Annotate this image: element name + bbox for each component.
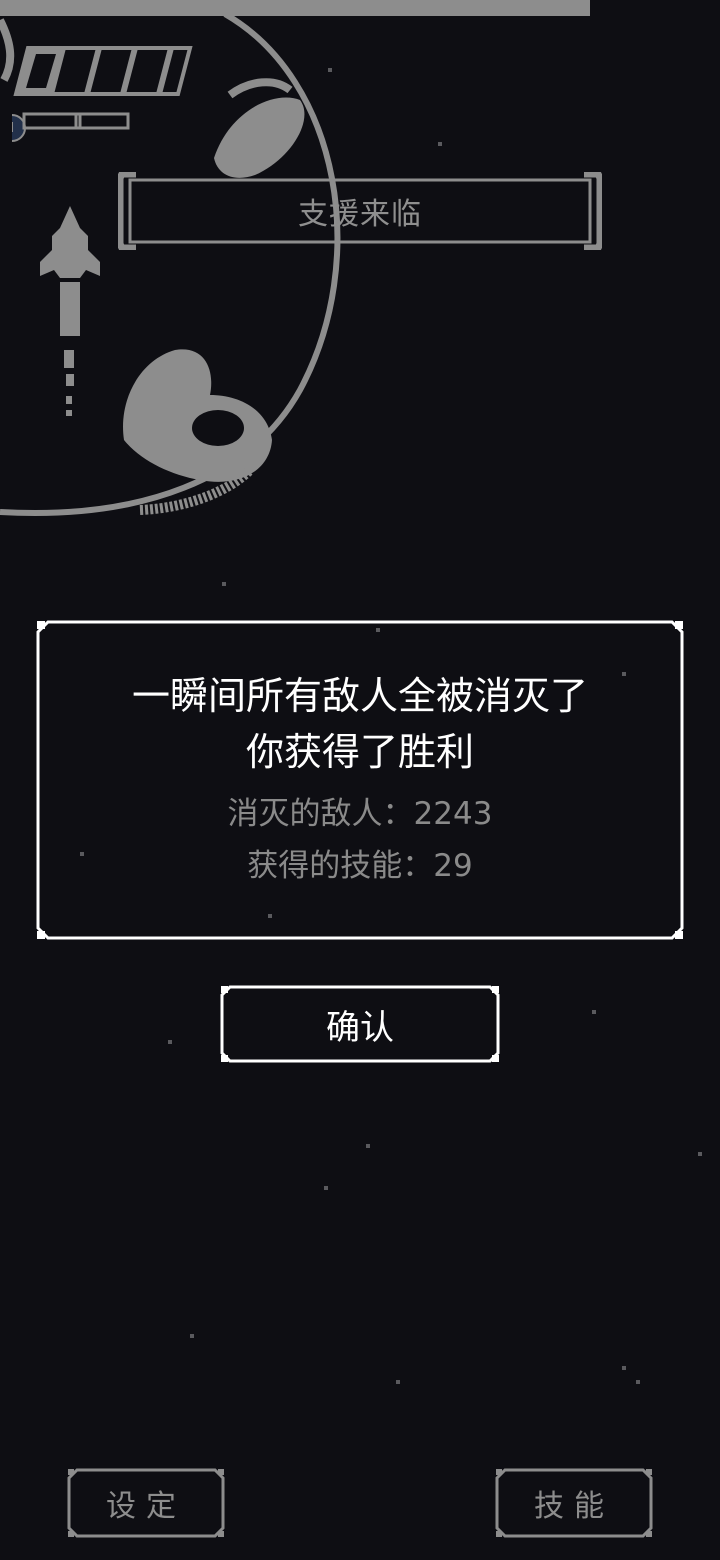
- confirm-button[interactable]: 确认: [220, 985, 500, 1063]
- victory-message-line2: 你获得了胜利: [245, 730, 474, 774]
- skills-gained-stat: 获得的技能：29: [36, 840, 684, 892]
- skills-button-label: 技能: [534, 1489, 614, 1524]
- skill-meter: [22, 112, 130, 130]
- victory-message-line1: 一瞬间所有敌人全被消灭了: [131, 674, 588, 718]
- support-banner: 支援来临: [118, 172, 602, 250]
- victory-dialog: 一瞬间所有敌人全被消灭了 你获得了胜利 消灭的敌人：2243 获得的技能：29: [36, 620, 684, 940]
- enemies-defeated-value: 2243: [413, 796, 493, 832]
- skills-gained-label: 获得的技能：: [247, 848, 434, 884]
- enemies-defeated-label: 消灭的敌人：: [227, 796, 414, 832]
- banner-text: 支援来临: [298, 197, 422, 232]
- enemies-defeated-stat: 消灭的敌人：2243: [36, 788, 684, 840]
- settings-button[interactable]: 设定: [67, 1468, 225, 1538]
- skills-button[interactable]: 技能: [495, 1468, 653, 1538]
- settings-button-label: 设定: [106, 1489, 186, 1524]
- health-bar: [0, 0, 590, 16]
- energy-cells: [12, 46, 193, 142]
- skills-gained-value: 29: [433, 848, 473, 884]
- ship-icon: [40, 206, 100, 416]
- confirm-button-label: 确认: [326, 1007, 394, 1048]
